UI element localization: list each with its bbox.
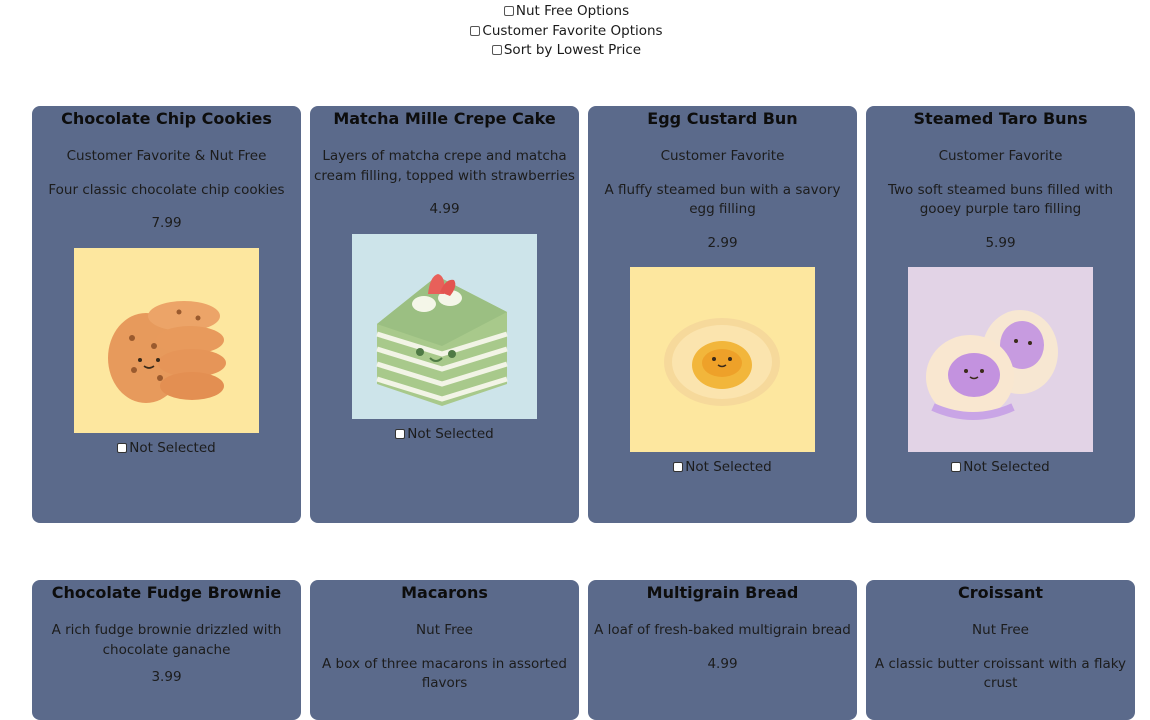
sort-lowest-price-checkbox[interactable] — [491, 45, 502, 55]
product-description: A rich fudge brownie drizzled with choco… — [51, 622, 282, 658]
product-tag: Customer Favorite — [660, 148, 785, 164]
customer-favorite-checkbox[interactable] — [470, 25, 481, 36]
product-description: Layers of matcha crepe and matcha cream … — [314, 148, 575, 184]
product-card: Chocolate Fudge Brownie A rich fudge bro… — [32, 580, 301, 720]
selection-label: Not Selected — [685, 459, 772, 475]
selection-toggle[interactable]: Not Selected — [32, 439, 301, 459]
product-tag: Customer Favorite & Nut Free — [66, 148, 267, 164]
product-card: Croissant Nut Free A classic butter croi… — [866, 580, 1135, 720]
product-name: Matcha Mille Crepe Cake — [333, 109, 556, 128]
filter-sort-lowest-price[interactable]: Sort by Lowest Price — [0, 41, 1133, 61]
product-name: Chocolate Chip Cookies — [61, 109, 272, 128]
product-name: Chocolate Fudge Brownie — [51, 583, 282, 602]
product-card: Steamed Taro Buns Customer Favorite Two … — [866, 106, 1135, 523]
select-checkbox[interactable] — [117, 442, 128, 453]
product-price: 3.99 — [151, 669, 182, 685]
filter-label: Customer Favorite Options — [482, 22, 663, 39]
product-price: 7.99 — [151, 215, 182, 231]
cookies-illustration — [74, 247, 259, 433]
product-description: A classic butter croissant with a flaky … — [874, 655, 1127, 692]
selection-label: Not Selected — [129, 439, 216, 456]
product-card: Egg Custard Bun Customer Favorite A fluf… — [588, 106, 857, 523]
select-checkbox[interactable] — [951, 462, 962, 472]
selection-label: Not Selected — [407, 425, 494, 442]
product-card: Multigrain Bread A loaf of fresh-baked m… — [588, 580, 857, 720]
product-description: A loaf of fresh-baked multigrain bread — [594, 622, 851, 638]
product-name: Multigrain Bread — [646, 583, 799, 602]
product-description: Two soft steamed buns filled with gooey … — [887, 181, 1114, 218]
product-name: Croissant — [958, 583, 1043, 602]
product-tag: Nut Free — [972, 622, 1029, 638]
product-price: 4.99 — [429, 201, 460, 217]
selection-toggle[interactable]: Not Selected — [310, 425, 579, 445]
product-card: Chocolate Chip Cookies Customer Favorite… — [32, 106, 301, 523]
filter-label: Nut Free Options — [515, 3, 630, 19]
selection-toggle[interactable]: Not Selected — [588, 458, 857, 478]
selection-label: Not Selected — [963, 459, 1050, 475]
product-price: 5.99 — [985, 234, 1016, 251]
select-checkbox[interactable] — [673, 462, 684, 472]
filter-label: Sort by Lowest Price — [503, 42, 642, 58]
taro-buns-illustration — [908, 267, 1093, 452]
select-checkbox[interactable] — [395, 428, 406, 439]
filter-panel: Nut Free Options Customer Favorite Optio… — [0, 2, 1133, 61]
product-name: Steamed Taro Buns — [913, 109, 1088, 128]
product-description: A box of three macarons in assorted flav… — [322, 655, 567, 692]
product-card: Matcha Mille Crepe Cake Layers of matcha… — [310, 106, 579, 523]
custard-bun-illustration — [630, 267, 815, 452]
product-description: Four classic chocolate chip cookies — [48, 181, 285, 198]
product-tag: Nut Free — [416, 622, 473, 638]
product-name: Egg Custard Bun — [647, 109, 798, 128]
product-tag: Customer Favorite — [938, 148, 1063, 164]
selection-toggle[interactable]: Not Selected — [866, 458, 1135, 478]
product-description: A fluffy steamed bun with a savory egg f… — [604, 181, 841, 218]
product-name: Macarons — [401, 583, 488, 602]
product-price: 4.99 — [707, 655, 738, 672]
filter-nut-free[interactable]: Nut Free Options — [0, 2, 1133, 22]
filter-customer-favorite[interactable]: Customer Favorite Options — [0, 22, 1133, 42]
nut-free-checkbox[interactable] — [503, 6, 514, 16]
product-card: Macarons Nut Free A box of three macaron… — [310, 580, 579, 720]
product-price: 2.99 — [707, 234, 738, 251]
matcha-cake-illustration — [352, 233, 537, 419]
